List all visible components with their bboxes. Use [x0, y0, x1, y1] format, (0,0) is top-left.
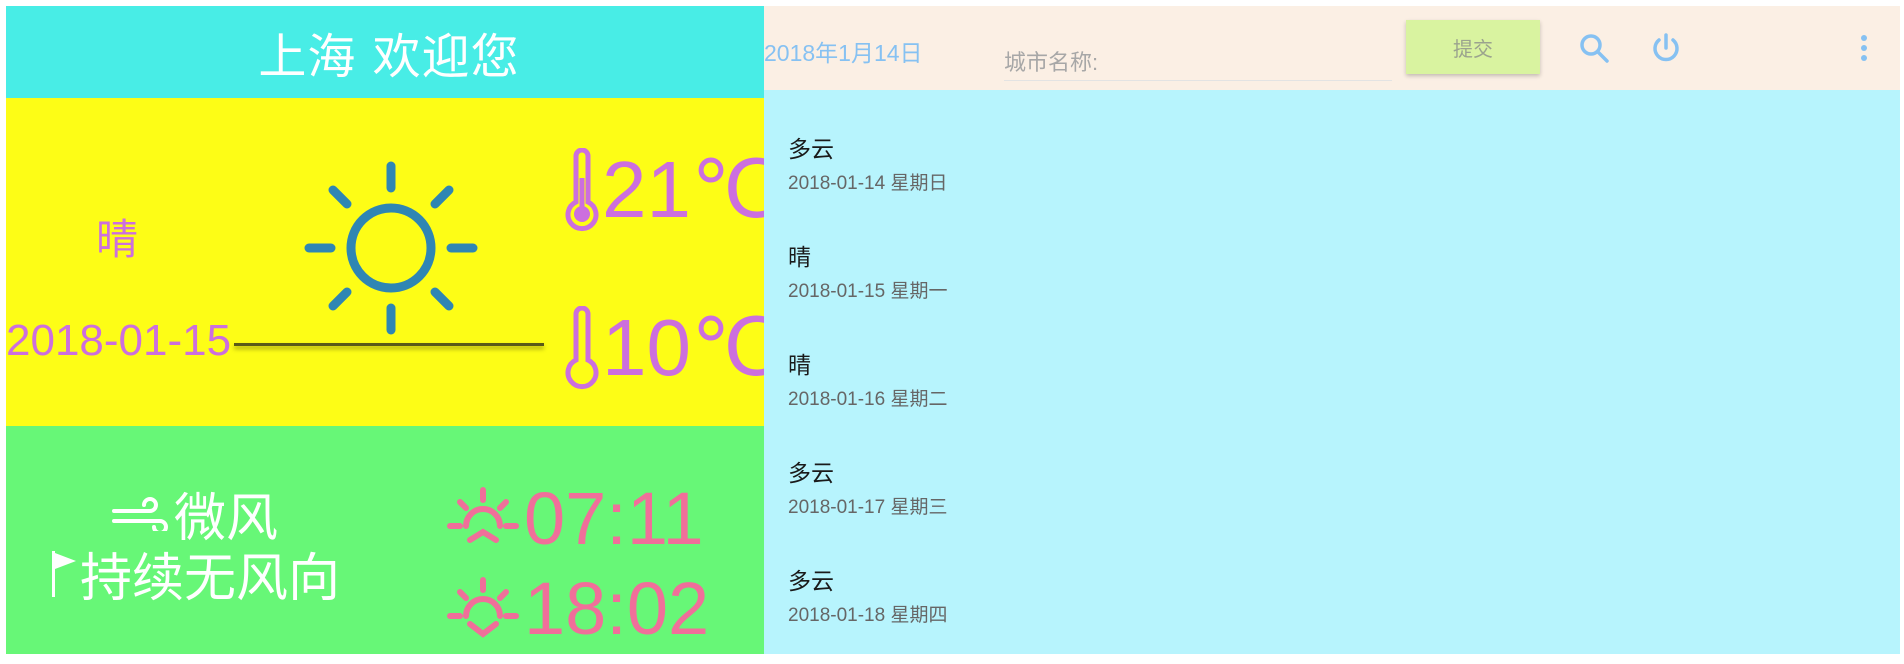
forecast-date: 2018-01-14 星期日 [788, 173, 948, 194]
search-icon[interactable] [1578, 32, 1610, 64]
forecast-date: 2018-01-16 星期二 [788, 389, 948, 410]
forecast-condition: 多云 [788, 569, 834, 595]
sunrise-icon [447, 487, 519, 543]
list-item[interactable]: 多云 2018-01-14 星期日 [788, 130, 947, 195]
divider [234, 343, 544, 346]
today-condition: 晴 [96, 215, 139, 264]
list-item[interactable]: 晴 2018-01-16 星期二 [788, 346, 947, 411]
today-date: 2018-01-15 [6, 316, 232, 365]
power-icon[interactable] [1650, 32, 1682, 64]
low-temp-value: 10℃ [602, 303, 781, 392]
list-item[interactable]: 多云 2018-01-18 星期四 [788, 562, 947, 627]
wind-direction-label: 持续无风向 [80, 549, 341, 609]
header-date: 2018年1月14日 [764, 40, 923, 66]
sunset-icon [447, 577, 519, 638]
thermometer-icon [565, 306, 599, 390]
sunrise: 07:11 [446, 482, 704, 556]
wind-card: 微风 持续无风向 07:11 18:02 [6, 426, 764, 654]
forecast-date: 2018-01-18 星期四 [788, 605, 948, 626]
weather-panel: 上海 欢迎您 晴 2018-01-15 21℃ 10℃ 微风 持续无风向 07:… [6, 6, 781, 654]
sunset: 18:02 [446, 572, 709, 646]
sunrise-time: 07:11 [524, 477, 704, 560]
forecast-condition: 晴 [788, 245, 811, 271]
forecast-date: 2018-01-17 星期三 [788, 497, 948, 518]
more-vert-icon[interactable] [1856, 32, 1872, 64]
high-temperature: 21℃ [562, 148, 781, 232]
forecast-list: 多云 2018-01-14 星期日 晴 2018-01-15 星期一 晴 201… [764, 90, 1900, 654]
city-name-input[interactable] [1004, 46, 1392, 81]
wind-icon [112, 496, 168, 531]
high-temp-value: 21℃ [602, 145, 781, 234]
wind-direction: 持续无风向 [50, 536, 340, 611]
forecast-condition: 晴 [788, 353, 811, 379]
flag-icon [52, 550, 76, 597]
list-item[interactable]: 晴 2018-01-15 星期一 [788, 238, 947, 303]
submit-button[interactable]: 提交 [1406, 20, 1540, 74]
thermometer-icon [565, 148, 599, 232]
city-title: 上海 欢迎您 [258, 29, 520, 85]
forecast-date: 2018-01-15 星期一 [788, 281, 948, 302]
forecast-condition: 多云 [788, 137, 834, 163]
today-card: 晴 2018-01-15 21℃ 10℃ [6, 98, 781, 426]
sun-icon [304, 161, 478, 335]
sunset-time: 18:02 [524, 567, 710, 650]
toolbar: 2018年1月14日 提交 [764, 6, 1900, 90]
forecast-condition: 多云 [788, 461, 834, 487]
low-temperature: 10℃ [562, 306, 781, 390]
list-item[interactable]: 多云 2018-01-17 星期三 [788, 454, 947, 519]
city-header: 上海 欢迎您 [6, 6, 764, 98]
